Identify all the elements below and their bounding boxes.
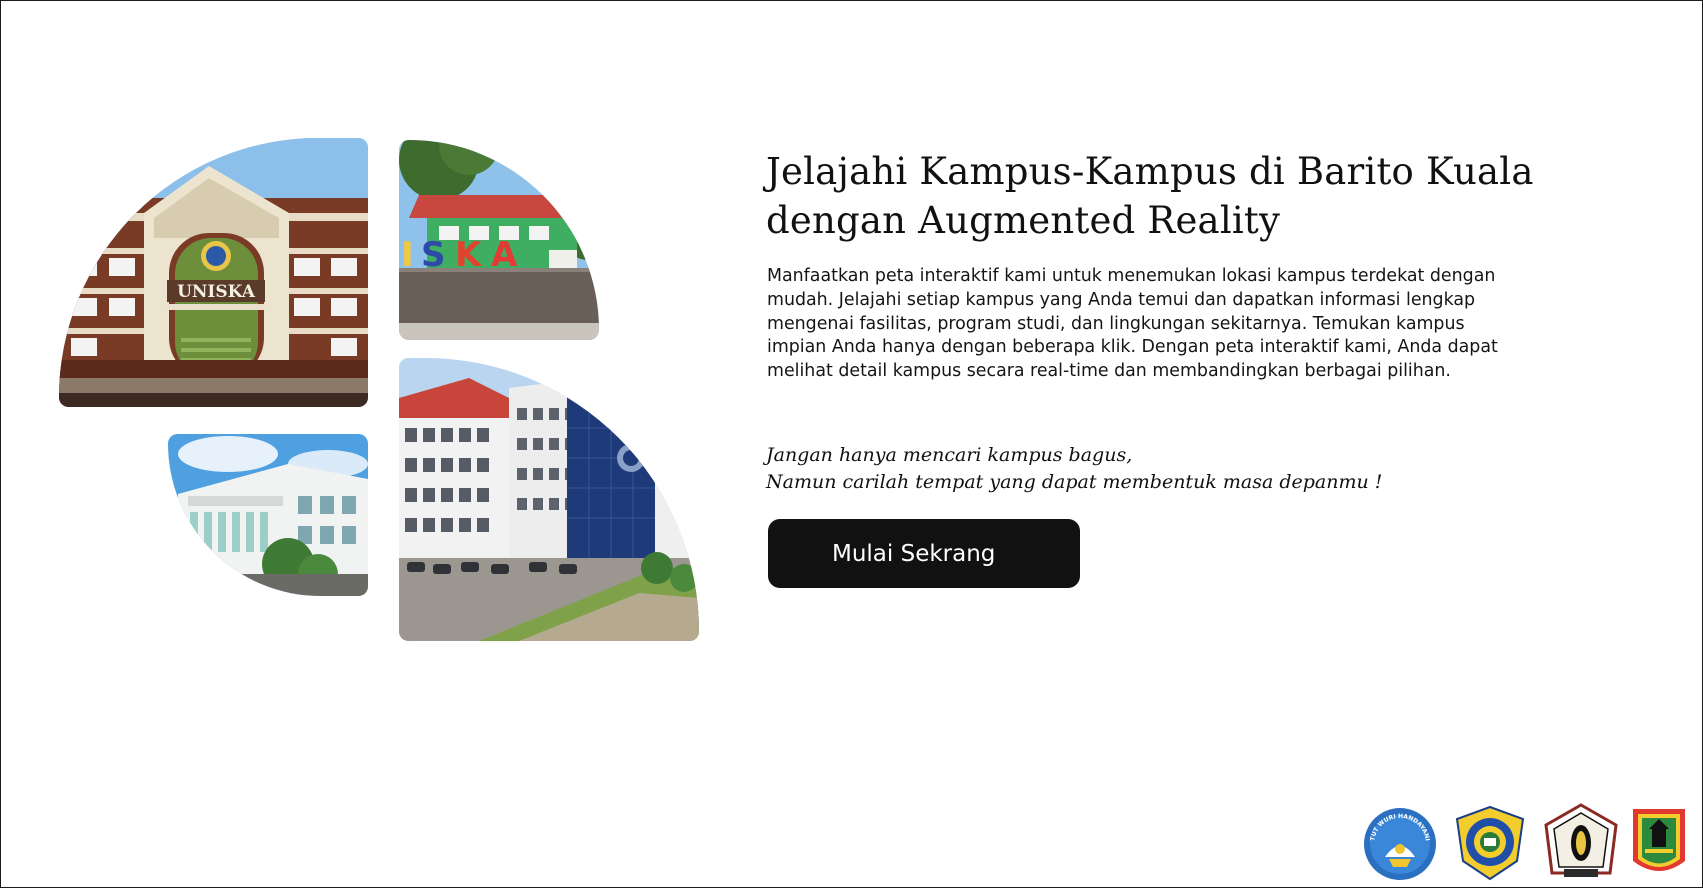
svg-text:A: A [491, 235, 518, 275]
regional-shield-icon [1544, 803, 1618, 881]
hero-title-line-2: dengan Augmented Reality [766, 199, 1281, 242]
campus-photo-white-building [168, 434, 368, 596]
university-crest-icon [1453, 805, 1527, 881]
campus-photo-blue-tower [399, 358, 699, 641]
svg-text:I: I [401, 235, 414, 275]
hero-quote: Jangan hanya mencari kampus bagus, Namun… [766, 442, 1486, 496]
hero-title-line-1: Jelajahi Kampus-Kampus di Barito Kuala [766, 150, 1534, 193]
start-now-button[interactable]: Mulai Sekrang [768, 519, 1080, 588]
hero-description: Manfaatkan peta interaktif kami untuk me… [767, 266, 1498, 382]
page-frame: UNISKA I S K A Jelajahi Kampus-Kampus di… [0, 0, 1703, 888]
uniska-sign-text: UNISKA [177, 282, 256, 302]
tut-wuri-handayani-icon: TUT WURI HANDAYANI [1363, 807, 1437, 881]
hero-title: Jelajahi Kampus-Kampus di Barito Kuala d… [766, 147, 1586, 245]
svg-text:K: K [455, 235, 483, 275]
campus-photo-uniska-sign: I S K A [399, 140, 599, 340]
hero-quote-line-1: Jangan hanya mencari kampus bagus, [766, 444, 1133, 466]
hero-quote-line-2: Namun carilah tempat yang dapat membentu… [766, 471, 1383, 493]
provincial-emblem-icon [1631, 805, 1687, 881]
campus-photo-uniska-main: UNISKA [59, 138, 368, 407]
svg-text:S: S [421, 235, 446, 275]
